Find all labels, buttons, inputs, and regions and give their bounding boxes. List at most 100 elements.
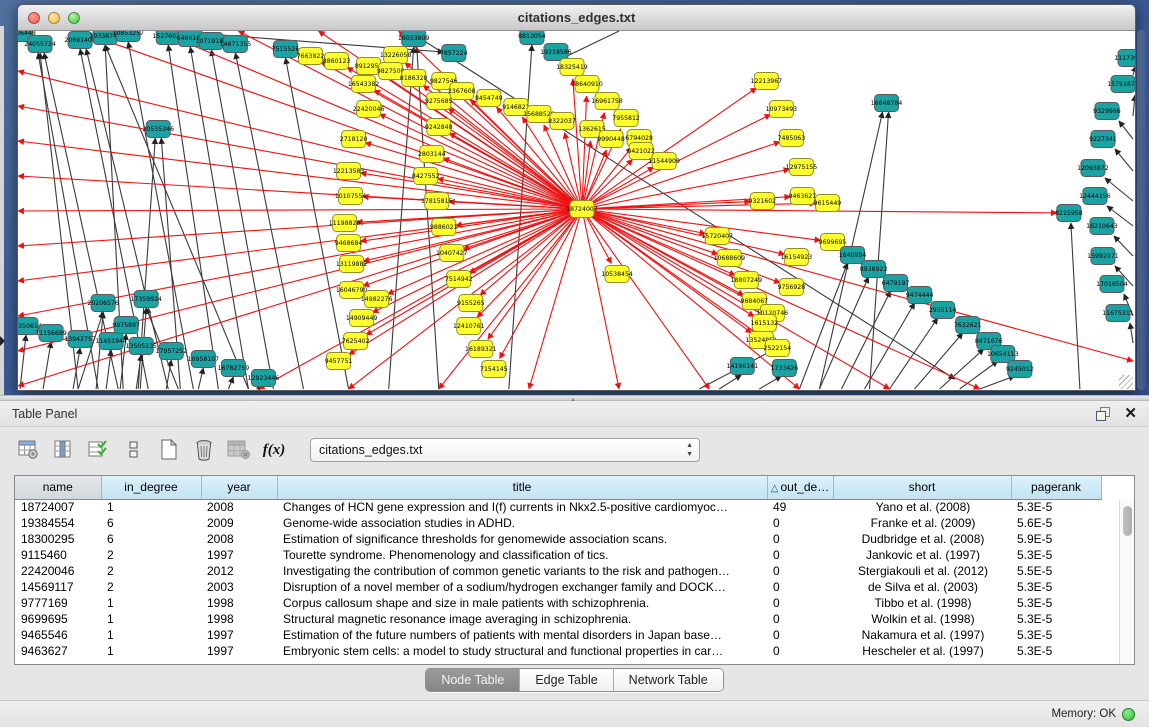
column-header-year[interactable]: year — [201, 476, 277, 499]
graph-node[interactable]: 10973493 — [766, 101, 798, 118]
graph-node[interactable]: 15751874 — [1107, 76, 1135, 93]
graph-node[interactable]: 1840994 — [839, 247, 867, 264]
graph-node[interactable]: 18325419 — [556, 59, 588, 76]
graph-node[interactable]: 15720407 — [701, 228, 733, 245]
graph-node[interactable]: 8322037 — [548, 113, 576, 130]
graph-node[interactable]: 13505135 — [125, 338, 157, 355]
graph-node[interactable]: 19218586 — [540, 44, 572, 61]
table-vertical-scrollbar[interactable] — [1119, 500, 1134, 664]
graph-node[interactable]: 2367608 — [448, 83, 476, 100]
graph-node[interactable]: 7632621 — [954, 317, 982, 334]
graph-node[interactable]: 16189321 — [465, 341, 497, 358]
table-row[interactable]: 2242004622012Investigating the contribut… — [15, 563, 1101, 579]
graph-node[interactable]: 8813054 — [518, 31, 546, 45]
float-panel-icon[interactable] — [1096, 407, 1110, 421]
table-header-row[interactable]: namein_degreeyeartitle△out_de…shortpager… — [15, 476, 1101, 499]
graph-node[interactable]: 8215958 — [1055, 205, 1083, 222]
graph-node[interactable]: 7515526 — [272, 41, 300, 58]
tab-edge-table[interactable]: Edge Table — [520, 669, 613, 691]
graph-node[interactable]: 12213583 — [333, 163, 365, 180]
graph-node[interactable]: 12975155 — [786, 159, 818, 176]
graph-node[interactable]: 11156689 — [35, 325, 67, 342]
graph-node[interactable]: 9227341 — [1089, 131, 1117, 148]
graph-node[interactable]: 11451944 — [95, 333, 127, 350]
graph-node[interactable]: 18640910 — [571, 76, 603, 93]
graph-node[interactable]: 12923446 — [248, 370, 280, 387]
table-row[interactable]: 911546021997Tourette syndrome. Phenomeno… — [15, 547, 1101, 563]
graph-node[interactable]: 16648784 — [871, 95, 903, 112]
graph-node[interactable]: 2935114 — [929, 302, 957, 319]
graph-node[interactable]: 9457751 — [325, 353, 353, 370]
graph-node[interactable]: 14909449 — [346, 310, 378, 327]
graph-node[interactable]: 10538454 — [601, 266, 633, 283]
graph-node[interactable]: 9245012 — [1006, 361, 1034, 378]
tab-network-table[interactable]: Network Table — [614, 669, 723, 691]
graph-node[interactable]: 9463627 — [789, 188, 817, 205]
tab-node-table[interactable]: Node Table — [426, 669, 520, 691]
graph-node[interactable]: 9990448 — [597, 131, 625, 148]
close-panel-icon[interactable]: ✕ — [1124, 407, 1137, 421]
graph-node-hub[interactable]: 18724007 — [566, 201, 598, 218]
graph-node[interactable]: 14671355 — [220, 36, 252, 53]
graph-node[interactable]: 1733426 — [771, 360, 799, 377]
graph-node[interactable]: 18807249 — [731, 272, 763, 289]
graph-node[interactable]: 13226058 — [380, 47, 412, 64]
graph-node[interactable]: 8186328 — [400, 70, 428, 87]
graph-node[interactable]: 13119882 — [336, 256, 368, 273]
graph-node[interactable]: 7485063 — [778, 130, 806, 147]
table-row[interactable]: 946362711997Embryonic stem cells: a mode… — [15, 643, 1101, 659]
graph-node[interactable]: 9321602 — [749, 193, 777, 210]
graph-node[interactable]: 7857224 — [440, 45, 468, 62]
delete-column-button[interactable] — [191, 437, 217, 463]
graph-node[interactable]: 16782759 — [218, 360, 250, 377]
graph-node[interactable]: 8421022 — [627, 143, 655, 160]
graph-node[interactable]: 17815815 — [421, 193, 453, 210]
scrollbar-thumb[interactable] — [1123, 506, 1132, 536]
graph-node[interactable]: 15992071 — [1087, 248, 1119, 265]
column-header-pagerank[interactable]: pagerank — [1011, 476, 1101, 499]
column-header-out_de[interactable]: △out_de… — [767, 476, 833, 499]
graph-node[interactable]: 7625402 — [342, 333, 370, 350]
graph-node[interactable]: 7663822 — [297, 48, 325, 65]
graph-node[interactable]: 20535346 — [142, 121, 174, 138]
graph-node[interactable]: 9975887 — [112, 317, 140, 334]
function-builder-button[interactable]: f(x) — [261, 437, 287, 463]
memory-status-icon[interactable] — [1122, 708, 1135, 721]
column-header-title[interactable]: title — [277, 476, 767, 499]
graph-node[interactable]: 10688609 — [714, 250, 746, 267]
graph-node[interactable]: 16033809 — [398, 31, 430, 47]
graph-node[interactable]: 14982276 — [361, 291, 393, 308]
table-row[interactable]: 977716911998Corpus callosum shape and si… — [15, 595, 1101, 611]
graph-node[interactable]: 9615449 — [814, 195, 842, 212]
graph-node[interactable]: 7514942 — [445, 271, 473, 288]
select-columns-button[interactable] — [86, 437, 112, 463]
graph-node[interactable]: 2522154 — [764, 340, 792, 357]
show-columns-button[interactable] — [51, 437, 77, 463]
graph-node[interactable]: 10958107 — [188, 351, 220, 368]
graph-node[interactable]: 10107554 — [335, 188, 367, 205]
graph-node[interactable]: 9155265 — [457, 295, 485, 312]
table-row[interactable]: 1830029562008Estimation of significance … — [15, 531, 1101, 547]
graph-node[interactable]: 8427552 — [412, 168, 440, 185]
graph-node[interactable]: 16961758 — [591, 93, 623, 110]
graph-node[interactable]: 10853257 — [112, 31, 144, 42]
graph-node[interactable]: 17359924 — [130, 291, 162, 308]
graph-node[interactable]: 20206576 — [87, 295, 119, 312]
graph-node[interactable]: 24055724 — [24, 36, 56, 53]
table-row[interactable]: 1456911722003Disruption of a novel membe… — [15, 579, 1101, 595]
panel-expand-arrow-icon[interactable] — [0, 336, 5, 346]
graph-node[interactable]: 9474444 — [906, 287, 934, 304]
table-row[interactable]: 1938455462009Genome-wide association stu… — [15, 515, 1101, 531]
graph-node[interactable]: 11173958 — [1114, 50, 1135, 67]
graph-node[interactable]: 14196141 — [727, 358, 759, 375]
graph-node[interactable]: 17957252 — [156, 343, 188, 360]
graph-node[interactable]: 12444156 — [1079, 188, 1111, 205]
column-header-short[interactable]: short — [833, 476, 1011, 499]
network-window-titlebar[interactable]: citations_edges.txt — [18, 5, 1135, 31]
graph-node[interactable]: 6479197 — [882, 275, 910, 292]
graph-node[interactable]: 9242848 — [425, 119, 453, 136]
graph-node[interactable]: 11675311 — [1102, 305, 1134, 322]
graph-node[interactable]: 17016504 — [1096, 276, 1128, 293]
graph-node[interactable]: 11544909 — [648, 153, 680, 170]
graph-node[interactable]: 1615132 — [751, 315, 779, 332]
